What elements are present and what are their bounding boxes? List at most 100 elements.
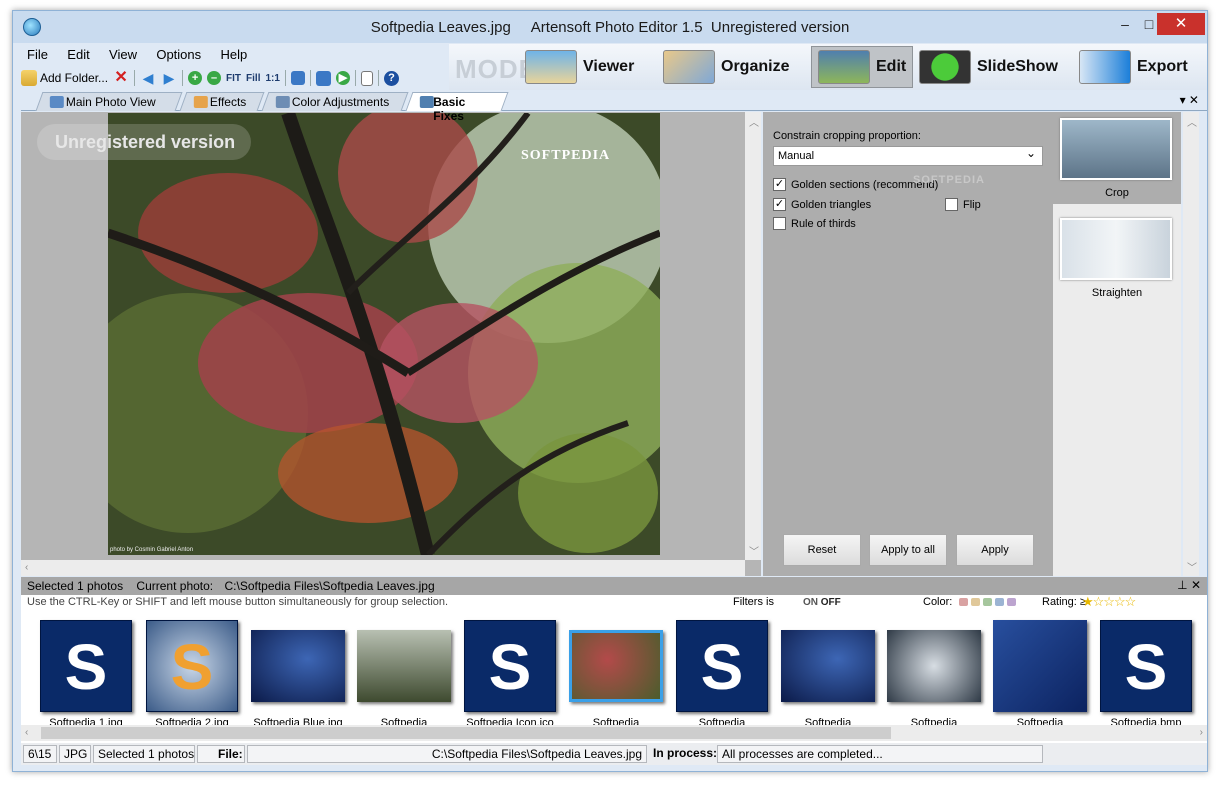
softpedia-logo-icon: S	[1100, 620, 1192, 712]
play-icon[interactable]: ▶	[335, 71, 350, 85]
photo-viewer[interactable]: SOFTPEDIA photo by Cosmin Gabriel Anton …	[21, 112, 761, 576]
color-filter-label: Color:	[923, 596, 953, 608]
menu-edit[interactable]: Edit	[59, 45, 97, 64]
menu-view[interactable]: View	[101, 45, 145, 64]
scroll-right-icon[interactable]: ›	[1200, 727, 1203, 738]
mode-slideshow-label: SlideShow	[977, 58, 1058, 75]
unregistered-watermark: Unregistered version	[37, 124, 251, 160]
checkbox-box[interactable]: ✓	[773, 198, 786, 211]
thumbnail-item[interactable]: S Softpedia	[671, 619, 773, 731]
tab-color-adjustments[interactable]: Color Adjustments	[261, 92, 409, 111]
add-folder-button[interactable]: Add Folder...	[21, 70, 108, 86]
color-swatch[interactable]	[995, 598, 1004, 606]
toolbar-separator	[309, 70, 311, 86]
thumbnail-item[interactable]: Softpedia	[989, 619, 1091, 731]
tab-label: Color Adjustments	[291, 95, 390, 109]
thumbnail-item[interactable]: S Softpedia 1.jpg	[35, 619, 137, 731]
constrain-select[interactable]: Manual	[773, 146, 1043, 166]
filter-on[interactable]: ON	[803, 597, 818, 608]
menu-file[interactable]: File	[19, 45, 56, 64]
mode-export-button[interactable]: Export	[1079, 46, 1188, 88]
mode-edit-button[interactable]: Edit	[811, 46, 914, 88]
tab-label: Main Photo View	[65, 95, 156, 109]
tab-basic-fixes[interactable]: Basic Fixes	[405, 92, 509, 123]
zoom-in-icon[interactable]: +	[188, 71, 203, 85]
scrollbar-thumb[interactable]	[41, 727, 891, 739]
help-icon[interactable]: ?	[383, 70, 399, 86]
zoom-out-icon[interactable]: –	[207, 71, 222, 85]
thumbnail-image: S	[1099, 619, 1193, 713]
thumbnail-item[interactable]: S Softpedia.bmp	[1095, 619, 1197, 731]
thumbnail-item[interactable]: S Softpedia Icon.ico	[459, 619, 561, 731]
thumbnail-item[interactable]: Softpedia Blue.jpg	[247, 619, 349, 731]
tab-main-photo-view[interactable]: Main Photo View	[35, 92, 183, 111]
checkbox-box[interactable]	[945, 198, 958, 211]
tool-crop[interactable]: Crop	[1053, 112, 1181, 204]
scroll-down-icon[interactable]: ﹀	[1187, 559, 1197, 574]
color-swatch[interactable]	[971, 598, 980, 606]
menu-help[interactable]: Help	[213, 45, 256, 64]
mode-organize-button[interactable]: Organize	[663, 46, 789, 88]
thumbnail-item[interactable]: Softpedia	[353, 619, 455, 731]
scroll-left-icon[interactable]: ‹	[25, 727, 28, 738]
thumbnail-item[interactable]: Softpedia	[883, 619, 985, 731]
apply-button[interactable]: Apply	[956, 534, 1034, 566]
scroll-up-icon[interactable]: ︿	[749, 114, 759, 129]
reset-button[interactable]: Reset	[783, 534, 861, 566]
color-swatch[interactable]	[983, 598, 992, 606]
mode-slideshow-button[interactable]: SlideShow	[919, 46, 1058, 88]
tools-scrollbar[interactable]: ︿ ﹀	[1183, 112, 1199, 576]
scroll-up-icon[interactable]: ︿	[1187, 114, 1197, 129]
color-swatch[interactable]	[1007, 598, 1016, 606]
arrow-right-icon[interactable]: ▶	[161, 70, 177, 86]
color-swatch[interactable]	[959, 598, 968, 606]
thumbnail-item[interactable]: Softpedia	[777, 619, 879, 731]
filmstrip-pin-close[interactable]: ⊥ ✕	[1177, 578, 1201, 592]
filter-off[interactable]: OFF	[821, 597, 841, 608]
arrow-left-icon[interactable]: ◀	[140, 70, 156, 86]
fill-button[interactable]: Fill	[246, 73, 260, 84]
tool-straighten[interactable]: Straighten	[1053, 212, 1181, 304]
tab-effects[interactable]: Effects	[179, 92, 265, 111]
checkbox-box[interactable]: ✓	[773, 178, 786, 191]
mode-organize-label: Organize	[721, 58, 790, 75]
flip-checkbox[interactable]: Flip	[945, 198, 981, 211]
scroll-left-icon[interactable]: ‹	[25, 562, 28, 573]
delete-icon[interactable]: ✕	[113, 70, 129, 86]
fullscreen-icon[interactable]	[315, 70, 331, 86]
edit-icon[interactable]	[290, 71, 305, 85]
filter-toggle[interactable]: ON OFF	[803, 597, 841, 608]
minimize-button[interactable]: –	[1113, 13, 1137, 35]
app-window: Softpedia Leaves.jpg Artensoft Photo Edi…	[12, 10, 1208, 772]
tab-menu-close[interactable]: ▾ ✕	[1180, 93, 1199, 107]
actual-size-button[interactable]: 1:1	[266, 73, 280, 84]
checkbox-label: Golden triangles	[791, 198, 872, 211]
document-icon[interactable]	[360, 70, 373, 86]
title-bar[interactable]: Softpedia Leaves.jpg Artensoft Photo Edi…	[13, 11, 1207, 43]
close-button[interactable]: ✕	[1157, 13, 1205, 35]
viewer-horizontal-scrollbar[interactable]: ‹	[21, 560, 745, 576]
fit-button[interactable]: FIT	[226, 73, 241, 84]
export-mode-icon	[1079, 50, 1131, 84]
thumbnail-image	[569, 619, 663, 713]
photo-thumbnail	[569, 630, 663, 702]
menu-options[interactable]: Options	[148, 45, 209, 64]
tool-label: Crop	[1105, 187, 1129, 199]
rating-label: Rating: ≥	[1042, 596, 1086, 608]
golden-triangles-checkbox[interactable]: ✓ Golden triangles	[773, 198, 871, 211]
toolbar-separator	[377, 70, 379, 86]
rating-stars[interactable]: ★☆☆☆☆	[1082, 594, 1136, 610]
apply-to-all-button[interactable]: Apply to all	[869, 534, 947, 566]
process-status: All processes are completed...	[717, 745, 1043, 763]
rule-of-thirds-checkbox[interactable]: Rule of thirds	[773, 217, 856, 230]
filmstrip-scrollbar[interactable]: ‹ ›	[21, 725, 1207, 741]
checkbox-box[interactable]	[773, 217, 786, 230]
scroll-down-icon[interactable]: ﹀	[749, 543, 759, 558]
viewer-vertical-scrollbar[interactable]: ︿ ﹀	[745, 112, 761, 560]
main-photo[interactable]: SOFTPEDIA photo by Cosmin Gabriel Anton	[108, 113, 660, 555]
window-title: Softpedia Leaves.jpg Artensoft Photo Edi…	[370, 19, 850, 36]
mode-viewer-button[interactable]: Viewer	[525, 46, 634, 88]
thumbnail-item[interactable]: S Softpedia 2.jpg	[141, 619, 243, 731]
thumbnail-item[interactable]: Softpedia	[565, 619, 667, 731]
status-file-path: C:\Softpedia Files\Softpedia Leaves.jpg	[247, 745, 647, 763]
